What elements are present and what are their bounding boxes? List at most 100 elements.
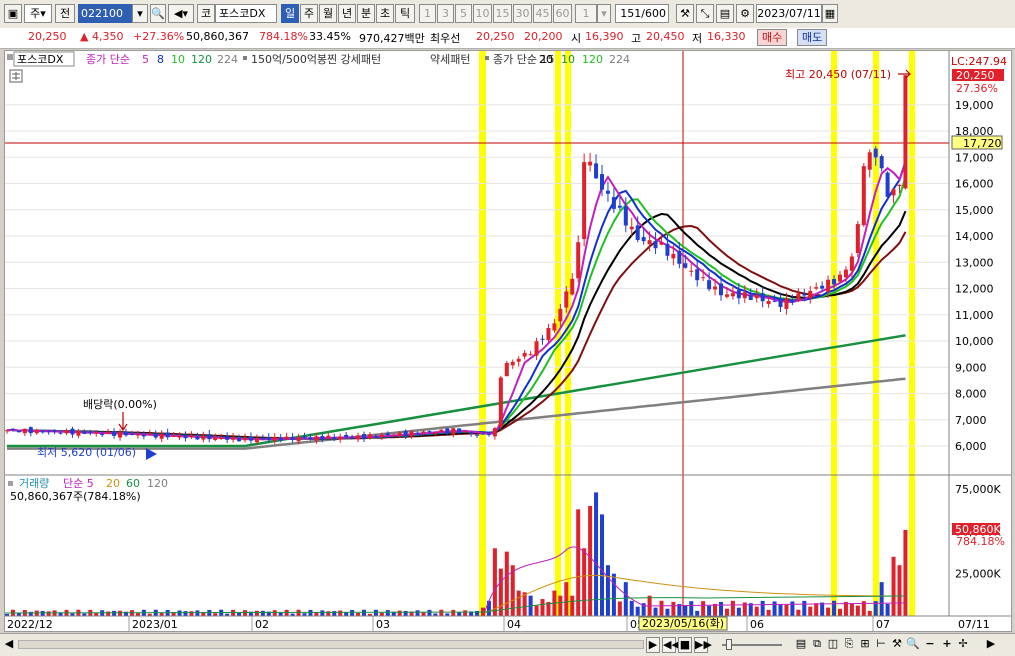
crosshair-date-tag: 2023/05/16(화): [642, 617, 724, 630]
candle-body: [534, 341, 539, 356]
interval-45[interactable]: 45: [533, 4, 552, 23]
tab-year[interactable]: 년: [338, 4, 356, 23]
last-price-tag: 20,250: [956, 69, 995, 82]
candle-body: [112, 431, 117, 436]
tab-second[interactable]: 초: [376, 4, 394, 23]
candle-body: [820, 285, 825, 289]
rewind-icon[interactable]: ◀◀: [662, 637, 680, 653]
volume-bar: [373, 609, 378, 616]
open-label: 시: [571, 32, 582, 45]
legend-ma224: 224: [217, 53, 238, 66]
interval-input[interactable]: 1: [575, 4, 597, 23]
date-field[interactable]: 2023/07/11: [756, 4, 822, 23]
data-count-field[interactable]: 151/600: [615, 4, 669, 23]
tool-icon[interactable]: ⚒: [676, 4, 694, 23]
volume-bar: [463, 610, 468, 616]
indicator-icon[interactable]: ⚒: [890, 637, 904, 653]
measure-icon[interactable]: ⊢: [874, 637, 888, 653]
zoom-search-icon[interactable]: 🔍: [906, 637, 920, 653]
candle-body: [504, 362, 509, 377]
tab-month[interactable]: 월: [319, 4, 337, 23]
date-tick-label: 02: [255, 618, 269, 631]
candle-body: [707, 280, 712, 290]
calendar-icon[interactable]: ▦: [822, 4, 838, 23]
scroll-track[interactable]: [18, 640, 644, 649]
export-icon[interactable]: ⎘: [842, 637, 856, 653]
highlight-band: [479, 51, 486, 616]
candle-body: [605, 190, 610, 194]
volume-bar: [653, 607, 658, 616]
sound-icon[interactable]: ◀▾: [168, 4, 194, 23]
draw-icon[interactable]: ⤡: [696, 4, 714, 23]
candle-body: [94, 432, 99, 434]
last-pct-tag: 27.36%: [956, 82, 998, 95]
zoom-in-icon[interactable]: +: [940, 637, 954, 653]
fast-forward-icon[interactable]: ▶▶: [694, 637, 712, 653]
change-percent: +27.36%: [133, 30, 185, 43]
volume-bar: [623, 582, 628, 616]
volume-bar: [516, 590, 521, 616]
candle-body: [326, 435, 331, 439]
volume-bar: [492, 548, 497, 616]
volume-bar: [278, 612, 283, 616]
candle-body: [171, 435, 176, 437]
tab-week[interactable]: 주: [300, 4, 318, 23]
interval-60[interactable]: 60: [553, 4, 572, 23]
copy-icon[interactable]: ⧉: [810, 637, 824, 653]
buy-button[interactable]: 매수: [757, 29, 788, 46]
interval-1[interactable]: 1: [419, 4, 436, 23]
code-dropdown-icon[interactable]: ▾: [132, 4, 148, 23]
prev-button[interactable]: 전: [55, 4, 75, 23]
window-menu-icon[interactable]: ▣: [4, 4, 22, 23]
interval-30[interactable]: 30: [513, 4, 532, 23]
interval-5[interactable]: 5: [455, 4, 472, 23]
tab-day[interactable]: 일: [281, 4, 299, 23]
stop-icon[interactable]: ■: [678, 637, 692, 653]
chart-area[interactable]: 19,000 18,000 17,000 16,000 15,000 14,000 13,0…: [4, 50, 1012, 632]
tab-tick[interactable]: 틱: [395, 4, 415, 23]
volume-bar: [600, 514, 604, 616]
stock-name-field[interactable]: 포스코DX: [215, 4, 277, 23]
chart-canvas[interactable]: 19,00018,00017,00016,00015,00014,00013,0…: [4, 51, 1011, 631]
market-prefix[interactable]: 코: [197, 4, 215, 23]
period-select[interactable]: 주▾: [24, 4, 52, 23]
candle-body: [88, 432, 93, 434]
zoom-out-icon[interactable]: −: [924, 637, 936, 653]
candle-body: [433, 432, 438, 434]
interval-15[interactable]: 15: [493, 4, 512, 23]
date-tick-label: 07/11: [958, 618, 990, 631]
scroll-left-icon[interactable]: ◀: [2, 637, 16, 653]
chart-type-icon[interactable]: ▤: [794, 637, 808, 653]
candle-body: [189, 435, 194, 437]
save-icon[interactable]: ▤: [716, 4, 734, 23]
tab-minute[interactable]: 분: [357, 4, 375, 23]
candle-body: [498, 377, 503, 428]
high-price: 20,450: [646, 30, 685, 43]
search-icon[interactable]: 🔍: [150, 4, 166, 23]
candle-body: [849, 256, 854, 271]
layout-icon[interactable]: ◫: [826, 637, 840, 653]
settings-gear-icon[interactable]: ⚙: [736, 4, 754, 23]
volume-bar: [665, 608, 670, 616]
play-icon[interactable]: ▶: [646, 637, 660, 653]
sell-button[interactable]: 매도: [797, 29, 828, 46]
price-tick-label: 13,000: [955, 256, 994, 269]
volume-legend-label: 거래량: [19, 477, 49, 490]
stock-code-input[interactable]: 022100: [78, 4, 132, 23]
volume-bar: [106, 611, 111, 616]
candle-body: [730, 293, 735, 297]
candle-body: [510, 361, 515, 366]
chart-scrollbar[interactable]: ◀ ▶ ◀◀ ■ ▶▶ ▤ ⧉ ◫ ⎘ ⊞ ⊢ ⚒ 🔍 − + ✢ ▶: [0, 633, 1015, 656]
volume-bar: [504, 551, 509, 616]
interval-3[interactable]: 3: [437, 4, 454, 23]
interval-10[interactable]: 10: [473, 4, 492, 23]
compare-icon[interactable]: ⊞: [858, 637, 872, 653]
price-tick-label: 6,000: [955, 440, 987, 453]
volume-bar: [826, 607, 831, 616]
zoom-slider[interactable]: [718, 637, 790, 653]
interval-dropdown-icon[interactable]: ▾: [597, 4, 611, 23]
crosshair-price-tag: 17,720: [963, 137, 1002, 150]
scroll-right-icon[interactable]: ▶: [984, 637, 998, 653]
move-icon[interactable]: ✢: [956, 637, 970, 653]
date-tick-label: 03: [376, 618, 390, 631]
